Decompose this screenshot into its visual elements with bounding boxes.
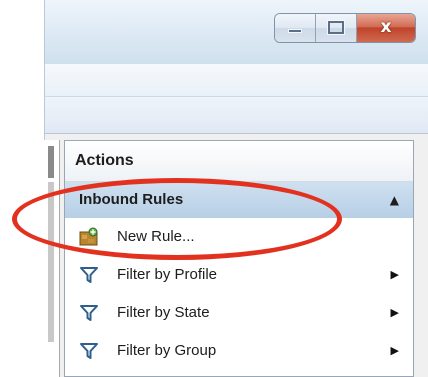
action-label: Filter by Group bbox=[117, 342, 217, 359]
action-label: New Rule... bbox=[117, 228, 195, 245]
close-icon: x bbox=[380, 17, 392, 37]
screenshot-margin bbox=[0, 0, 44, 377]
submenu-arrow-icon: ▶ bbox=[390, 306, 399, 319]
new-rule-icon bbox=[79, 227, 98, 246]
filter-icon bbox=[80, 267, 98, 283]
toolbar bbox=[44, 97, 428, 134]
section-label: Inbound Rules bbox=[79, 191, 184, 208]
window-title-bar[interactable]: x bbox=[44, 0, 428, 64]
submenu-arrow-icon: ▶ bbox=[390, 344, 399, 357]
filter-icon bbox=[80, 305, 98, 321]
maximize-icon bbox=[328, 21, 344, 34]
action-label: Filter by State bbox=[117, 304, 210, 321]
close-button[interactable]: x bbox=[357, 14, 415, 42]
collapse-up-icon[interactable]: ▲ bbox=[390, 182, 399, 218]
action-new-rule[interactable]: New Rule... bbox=[65, 218, 413, 256]
minimize-icon bbox=[288, 29, 302, 33]
actions-pane: Actions Inbound Rules ▲ New Rule... Filt… bbox=[64, 140, 414, 377]
window-caption-buttons: x bbox=[275, 14, 415, 42]
submenu-arrow-icon: ▶ bbox=[390, 268, 399, 281]
action-label: Filter by Profile bbox=[117, 266, 218, 283]
action-filter-by-group[interactable]: Filter by Group ▶ bbox=[65, 332, 413, 370]
minimize-button[interactable] bbox=[275, 14, 316, 42]
maximize-button[interactable] bbox=[316, 14, 357, 42]
filter-icon bbox=[80, 343, 98, 359]
scrollbar-track[interactable] bbox=[48, 182, 54, 342]
actions-pane-title: Actions bbox=[65, 141, 413, 182]
inbound-rules-section-header[interactable]: Inbound Rules ▲ bbox=[65, 182, 413, 218]
scrollbar-thumb[interactable] bbox=[48, 146, 54, 178]
action-filter-by-profile[interactable]: Filter by Profile ▶ bbox=[65, 256, 413, 294]
menu-bar bbox=[44, 64, 428, 97]
action-filter-by-state[interactable]: Filter by State ▶ bbox=[65, 294, 413, 332]
